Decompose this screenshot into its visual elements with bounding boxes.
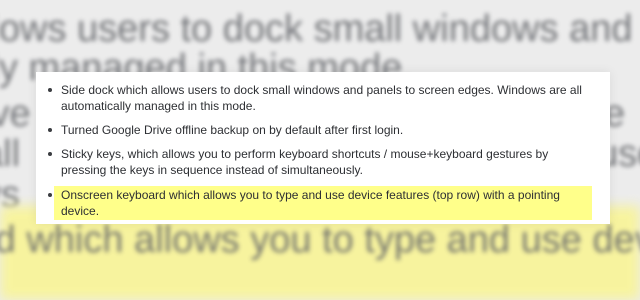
release-notes-list: Side dock which allows users to dock sma… <box>36 82 610 220</box>
list-item-highlighted: Onscreen keyboard which allows you to ty… <box>48 186 592 220</box>
background-text-line: llows users to dock small windows and pa… <box>0 8 640 50</box>
list-item-text: Sticky keys, which allows you to perform… <box>61 147 549 177</box>
list-item: Side dock which allows users to dock sma… <box>36 82 610 114</box>
bullet-icon <box>48 193 52 197</box>
list-item-text: Side dock which allows users to dock sma… <box>61 83 582 113</box>
background-text-line: rd which allows you to type and use devi… <box>0 219 640 261</box>
bullet-icon <box>48 152 52 156</box>
list-item: Sticky keys, which allows you to perform… <box>36 146 610 178</box>
background-text-line: all <box>0 133 21 175</box>
bullet-icon <box>48 88 52 92</box>
list-item-text: Onscreen keyboard which allows you to ty… <box>61 188 560 218</box>
background-text-line: ive <box>0 93 31 135</box>
list-item-text: Turned Google Drive offline backup on by… <box>61 123 404 137</box>
list-item: Turned Google Drive offline backup on by… <box>36 122 610 138</box>
bullet-icon <box>48 128 52 132</box>
release-notes-card: Side dock which allows users to dock sma… <box>36 72 610 224</box>
